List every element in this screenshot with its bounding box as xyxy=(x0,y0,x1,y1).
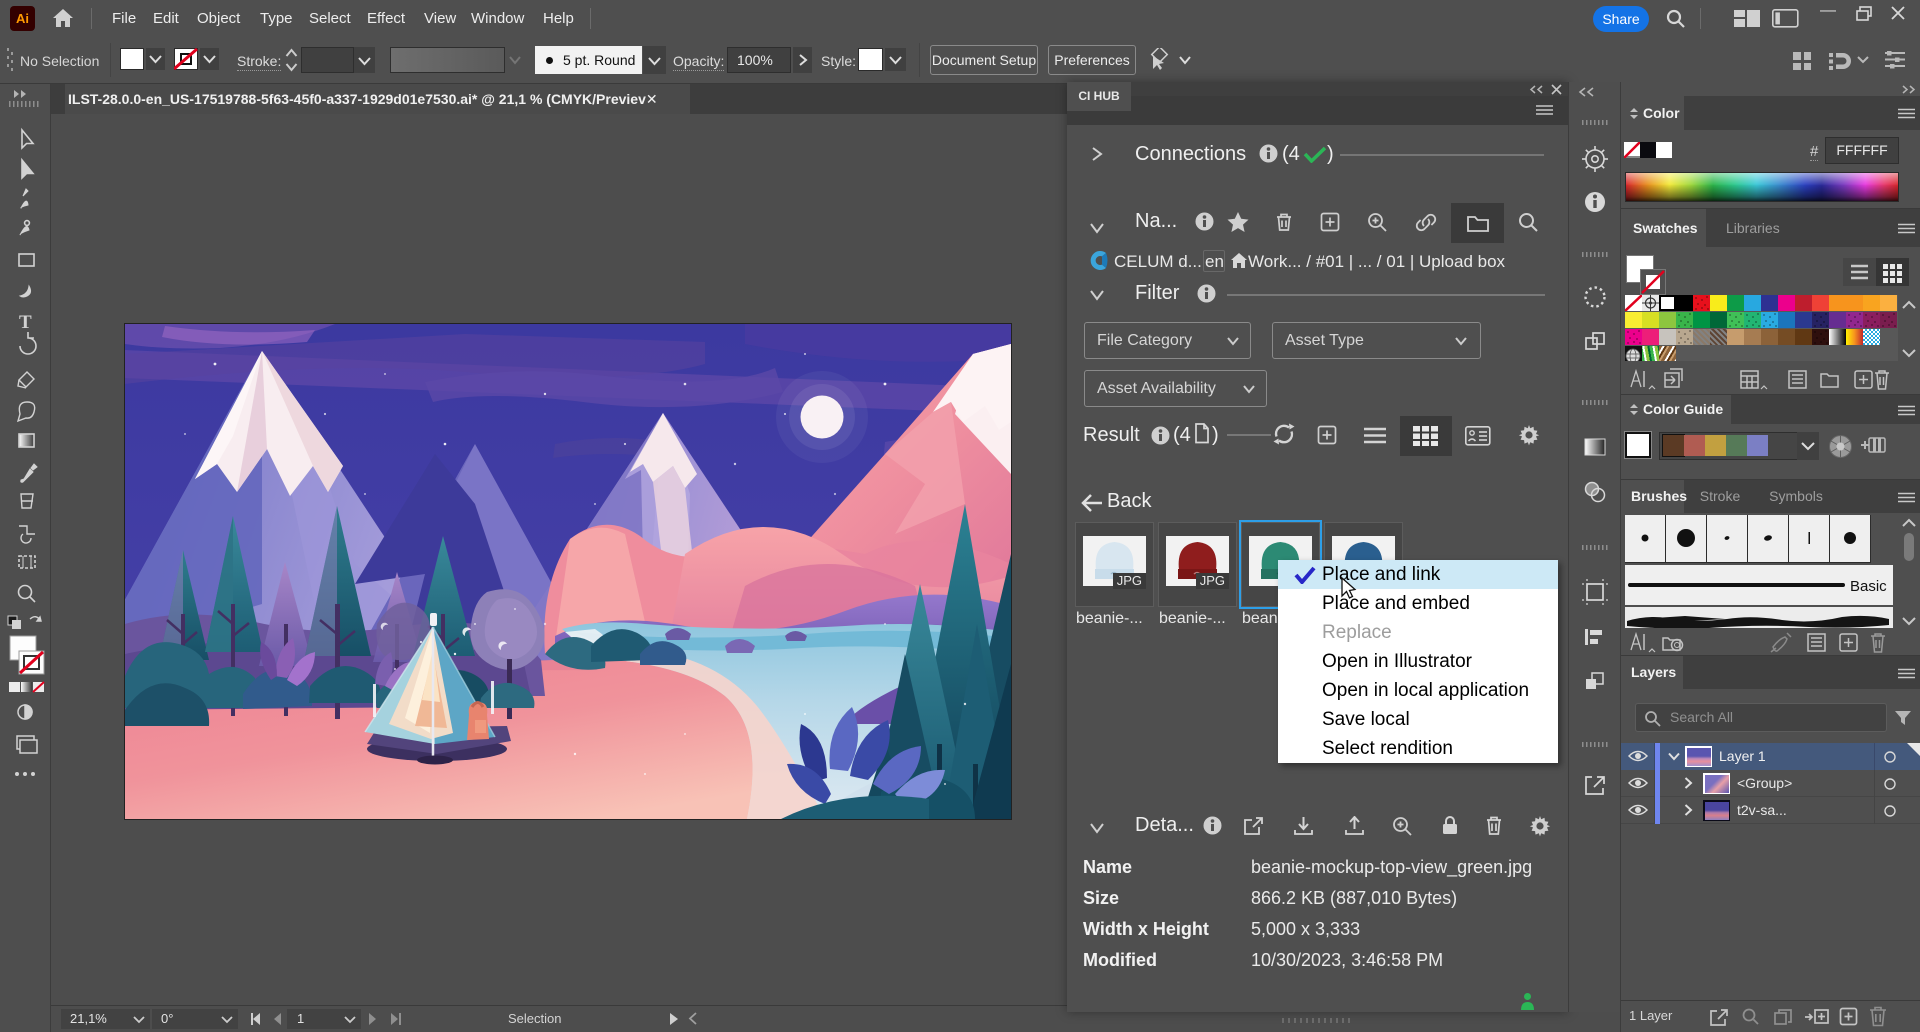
svg-text:Basic: Basic xyxy=(1850,578,1887,595)
svg-text:T: T xyxy=(19,312,32,333)
